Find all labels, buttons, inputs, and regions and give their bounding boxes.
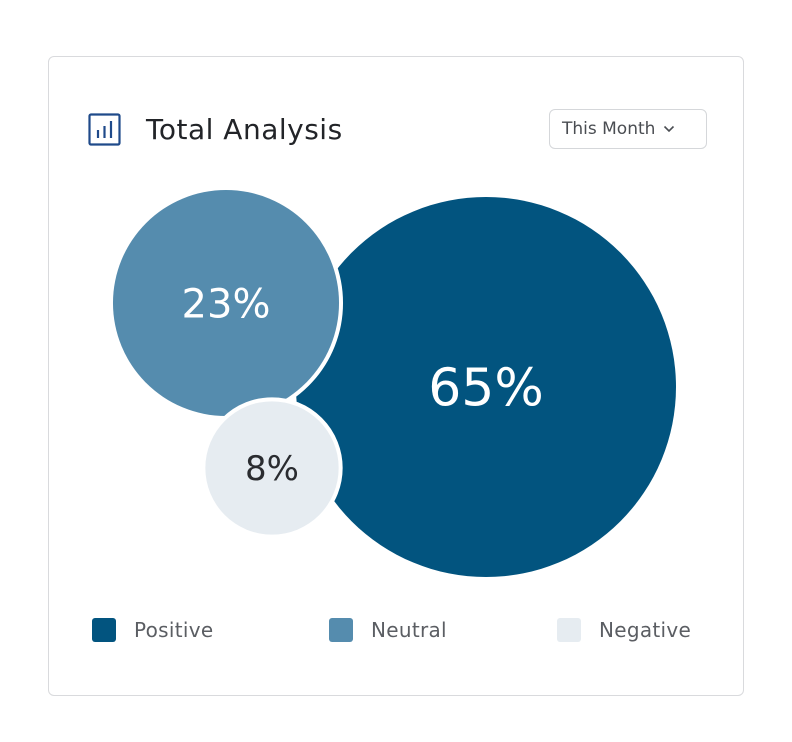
legend-swatch-neutral — [329, 618, 353, 642]
legend-item-positive: Positive — [92, 618, 214, 642]
bubble-label-negative: 8% — [245, 449, 299, 489]
legend-item-neutral: Neutral — [329, 618, 447, 642]
legend-swatch-positive — [92, 618, 116, 642]
legend-label-negative: Negative — [599, 618, 692, 642]
legend-item-negative: Negative — [557, 618, 691, 642]
legend-label-neutral: Neutral — [371, 618, 447, 642]
legend-label-positive: Positive — [134, 618, 214, 642]
bubble-label-neutral: 23% — [182, 281, 271, 327]
bubble-label-positive: 65% — [428, 359, 544, 419]
legend-swatch-negative — [557, 618, 581, 642]
